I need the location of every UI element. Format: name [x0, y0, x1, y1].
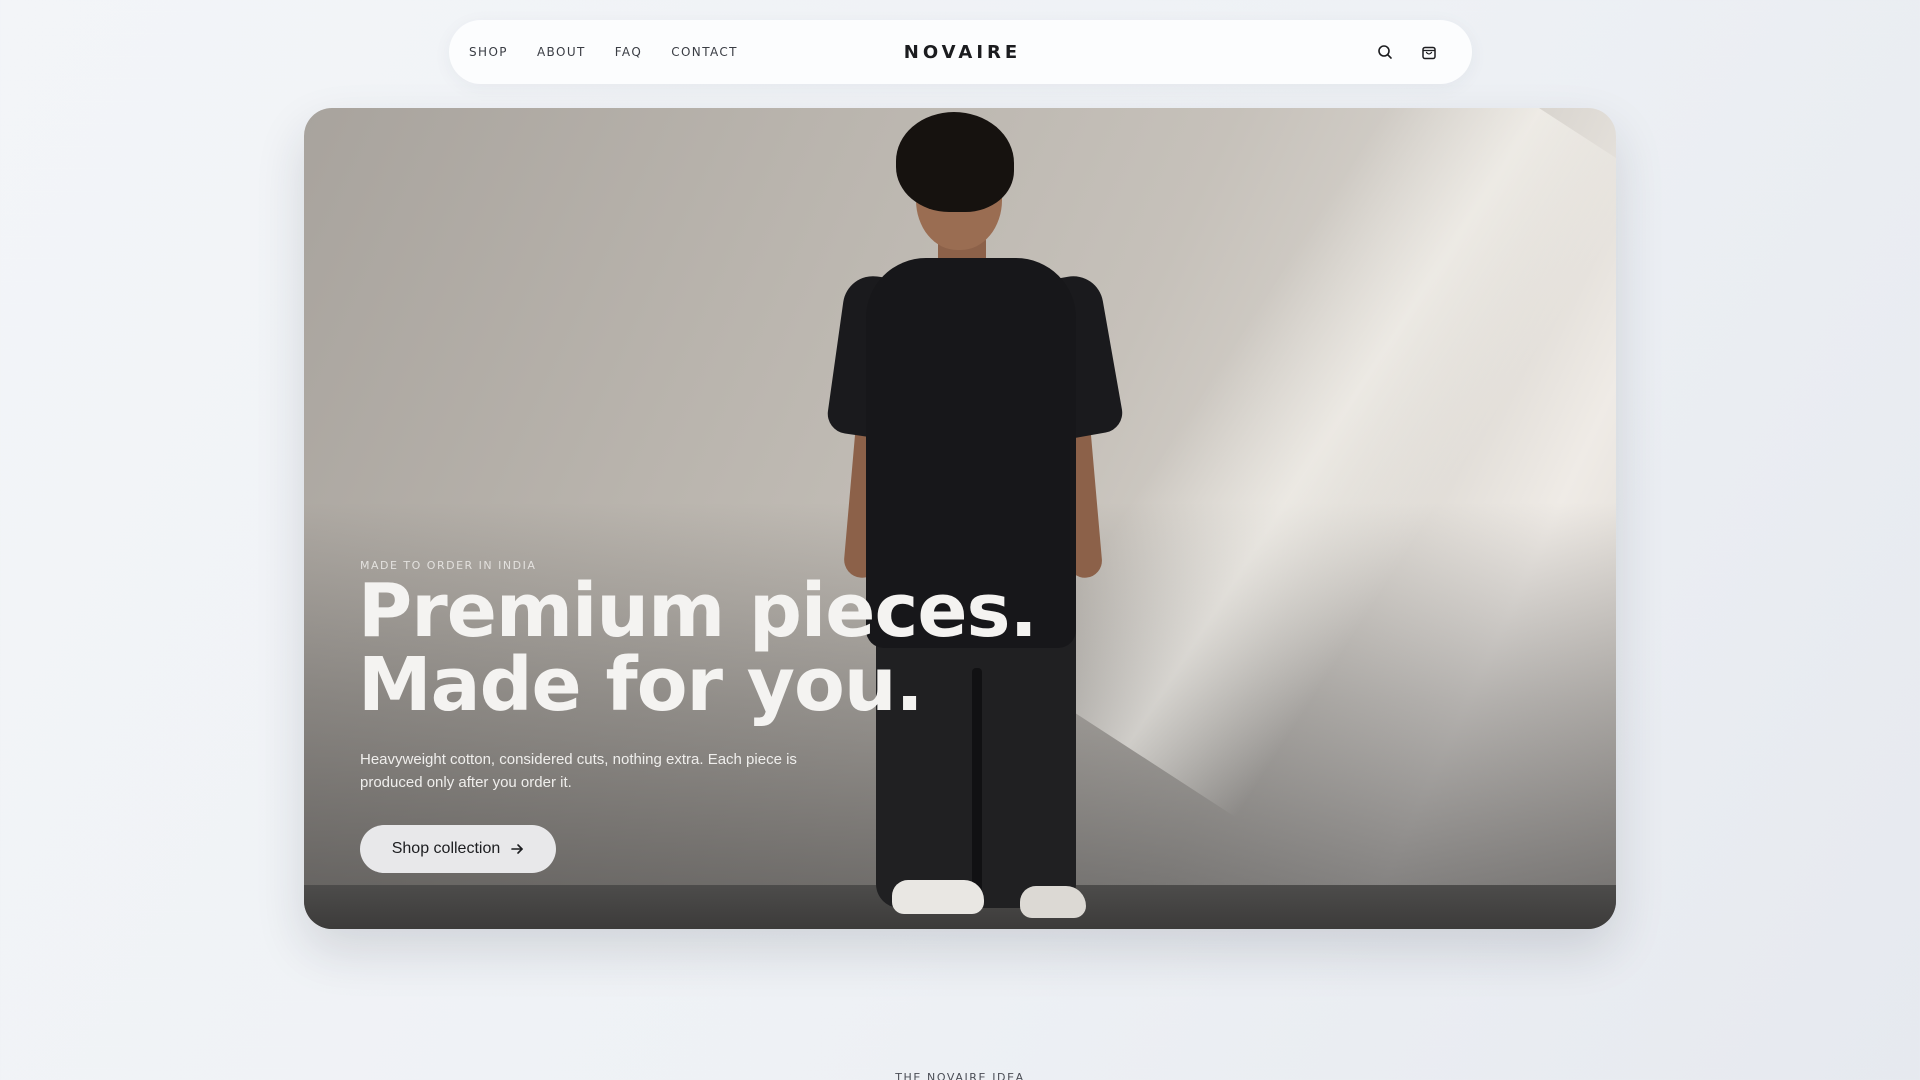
brand-logo[interactable]: NOVAIRE — [900, 42, 1021, 63]
search-button[interactable] — [1370, 37, 1400, 67]
hero-model-image — [824, 108, 1126, 929]
model-hair — [896, 112, 1014, 212]
hero-banner: MADE TO ORDER IN INDIA Premium pieces. M… — [304, 108, 1616, 929]
cart-button[interactable] — [1414, 37, 1444, 67]
hero-headline-line-2: Made for you. — [358, 642, 924, 728]
model-shoe-right — [1020, 886, 1086, 918]
shop-collection-label: Shop collection — [391, 840, 501, 857]
hero-headline: Premium pieces. Made for you. — [358, 568, 1038, 728]
nav-link-faq[interactable]: FAQ — [615, 45, 642, 59]
nav-links: SHOP ABOUT FAQ CONTACT — [469, 20, 767, 84]
hero-description: Heavyweight cotton, considered cuts, not… — [360, 751, 797, 791]
shopping-bag-icon — [1422, 46, 1436, 60]
nav-link-about[interactable]: ABOUT — [537, 45, 586, 59]
model-shoe-left — [892, 880, 984, 914]
hero-headline-line-1: Premium pieces. — [358, 568, 1038, 654]
nav-link-shop[interactable]: SHOP — [469, 45, 508, 59]
section-eyebrow: THE NOVAIRE IDEA — [895, 1071, 1025, 1080]
search-icon — [1378, 45, 1392, 59]
arrow-right-icon — [510, 842, 524, 856]
nav-link-contact[interactable]: CONTACT — [671, 45, 738, 59]
nav-icons — [1356, 20, 1444, 84]
top-navbar: SHOP ABOUT FAQ CONTACT NOVAIRE — [449, 20, 1472, 84]
shop-collection-button[interactable]: Shop collection — [360, 825, 556, 873]
